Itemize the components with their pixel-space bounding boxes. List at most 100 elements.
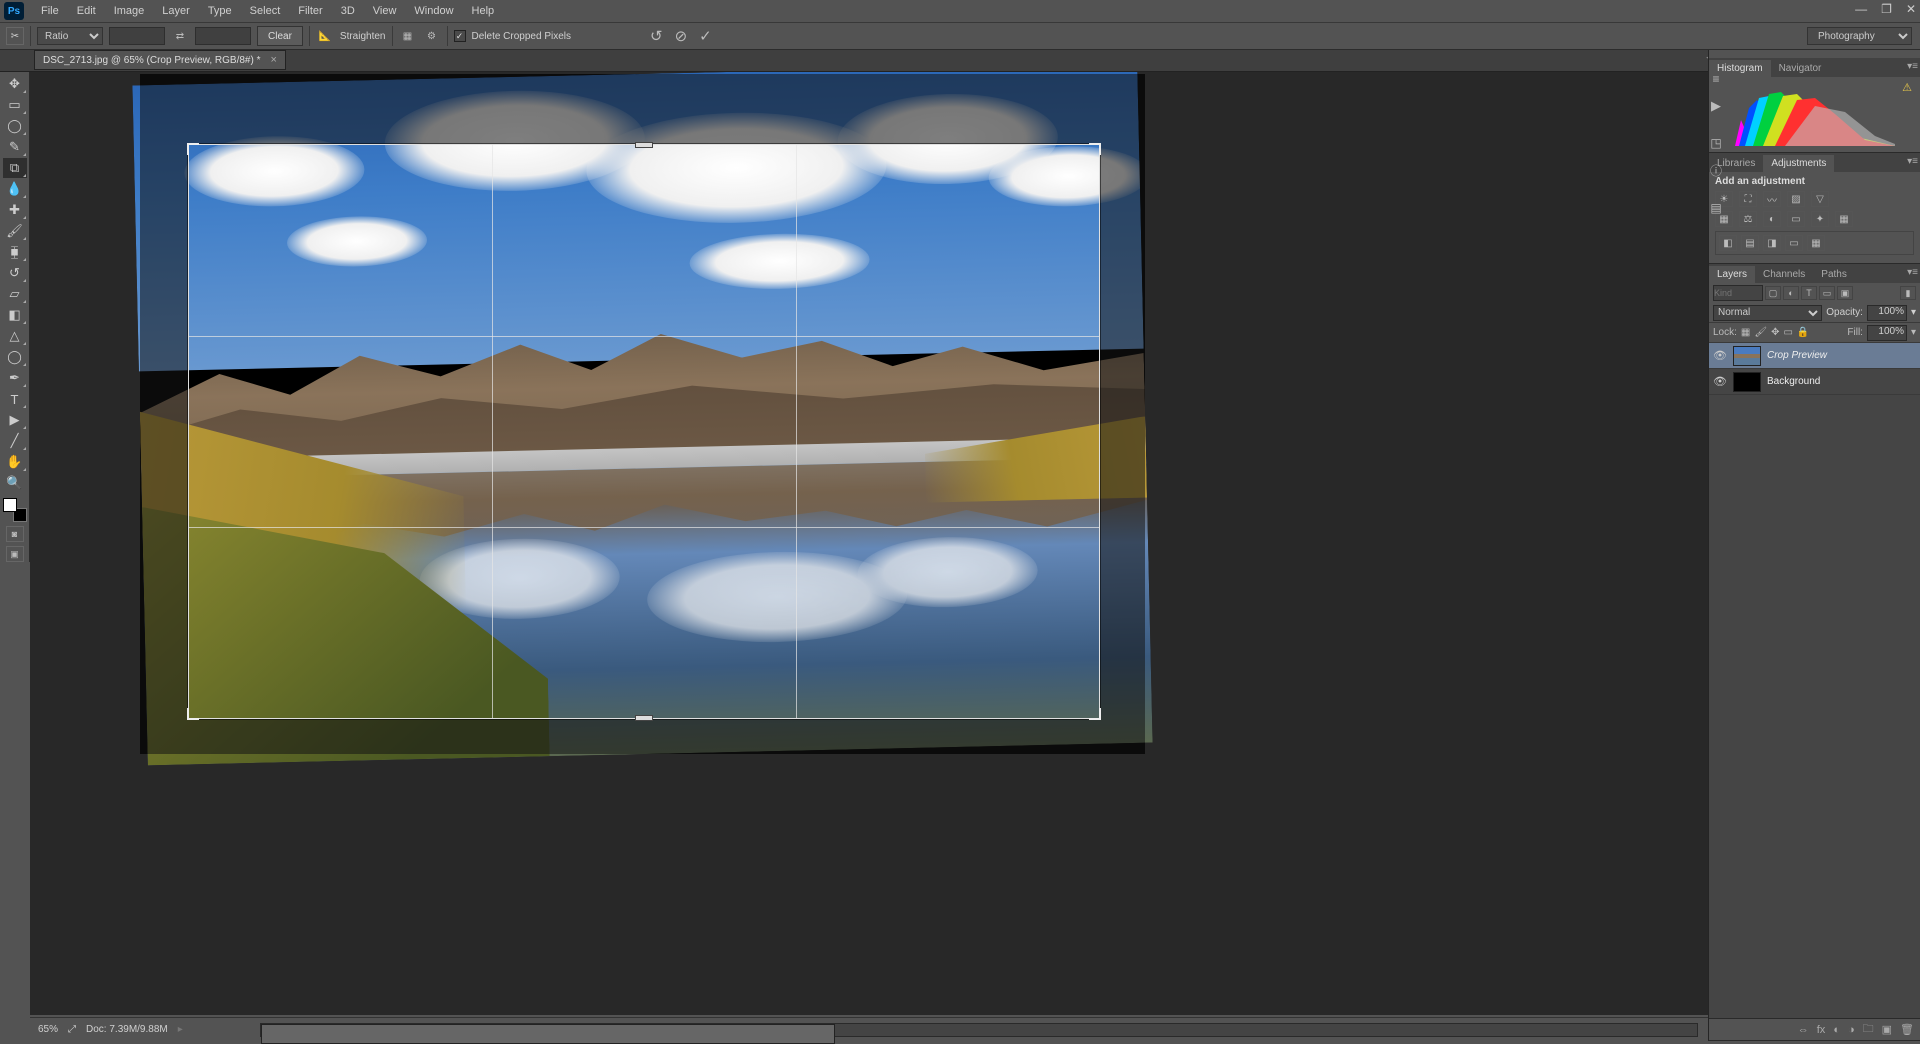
fill-dropdown-icon[interactable]: ▾ [1911, 327, 1916, 338]
close-tab-icon[interactable]: × [270, 54, 276, 66]
filter-toggle-icon[interactable]: ▮ [1900, 286, 1916, 300]
menu-window[interactable]: Window [405, 3, 462, 19]
straighten-label[interactable]: Straighten [340, 31, 386, 42]
menu-layer[interactable]: Layer [153, 3, 199, 19]
photo-filter-icon[interactable]: ▭ [1787, 211, 1805, 227]
panel-menu-icon[interactable]: ▾≡ [1907, 61, 1918, 72]
threshold-icon[interactable]: ◨ [1763, 235, 1781, 251]
dodge-tool[interactable]: ◯ [3, 347, 27, 367]
visibility-icon[interactable]: 👁 [1713, 349, 1727, 362]
layer-name[interactable]: Background [1767, 376, 1820, 387]
line-tool[interactable]: ╱ [3, 431, 27, 451]
move-tool[interactable]: ✥ [3, 74, 27, 94]
window-maximize-icon[interactable]: ❐ [1881, 2, 1892, 16]
crop-handle-br[interactable] [1089, 708, 1101, 720]
quick-select-tool[interactable]: ✎ [3, 137, 27, 157]
color-balance-icon[interactable]: ⚖ [1739, 211, 1757, 227]
layer-thumbnail[interactable] [1733, 346, 1761, 366]
new-fill-icon[interactable]: ◑ [1848, 1024, 1855, 1036]
panel-menu-icon[interactable]: ▾≡ [1907, 267, 1918, 278]
pen-tool[interactable]: ✒ [3, 368, 27, 388]
levels-icon[interactable]: ⛶ [1739, 191, 1757, 207]
filter-smart-icon[interactable]: ▣ [1837, 286, 1853, 300]
zoom-level[interactable]: 65% [38, 1024, 58, 1035]
commit-icon[interactable]: ✓ [699, 27, 712, 45]
lock-all-icon[interactable]: 🔒 [1797, 327, 1809, 338]
channels-tab[interactable]: Channels [1755, 266, 1813, 283]
crop-boundary[interactable] [188, 144, 1100, 719]
crop-tool[interactable]: ⧉ [3, 158, 27, 178]
selective-color-icon[interactable]: ▦ [1807, 235, 1825, 251]
screen-mode-icon[interactable]: ▣ [6, 546, 24, 562]
menu-edit[interactable]: Edit [68, 3, 105, 19]
gradient-tool[interactable]: ◧ [3, 305, 27, 325]
curves-icon[interactable]: 〰 [1763, 191, 1781, 207]
menu-file[interactable]: File [32, 3, 68, 19]
crop-width-input[interactable] [109, 27, 165, 45]
dock-icon-1[interactable]: ≡ [1712, 72, 1719, 86]
eyedropper-tool[interactable]: 💧 [3, 179, 27, 199]
layer-name[interactable]: Crop Preview [1767, 350, 1827, 361]
new-layer-icon[interactable]: ▣ [1882, 1023, 1892, 1036]
lasso-tool[interactable]: ◯ [3, 116, 27, 136]
crop-handle-bl[interactable] [187, 708, 199, 720]
layer-mask-icon[interactable]: ◐ [1833, 1024, 1840, 1036]
crop-handle-tr[interactable] [1089, 143, 1101, 155]
workspace-select[interactable]: Photography [1807, 27, 1912, 45]
document-canvas[interactable] [140, 74, 1145, 754]
opacity-dropdown-icon[interactable]: ▾ [1911, 307, 1916, 318]
blur-tool[interactable]: △ [3, 326, 27, 346]
visibility-icon[interactable]: 👁 [1713, 375, 1727, 388]
filter-adjust-icon[interactable]: ◐ [1783, 286, 1799, 300]
exposure-icon[interactable]: ▨ [1787, 191, 1805, 207]
history-brush-tool[interactable]: ↺ [3, 263, 27, 283]
menu-view[interactable]: View [364, 3, 406, 19]
canvas-area[interactable] [30, 72, 1708, 1015]
opacity-value[interactable]: 100% [1867, 305, 1907, 321]
link-layers-icon[interactable]: ⇔ [1798, 1024, 1809, 1036]
grid-overlay-icon[interactable]: ▦ [399, 27, 417, 45]
adjustments-tab[interactable]: Adjustments [1763, 155, 1834, 172]
crop-handle-top[interactable] [635, 142, 653, 148]
bw-icon[interactable]: ◐ [1763, 211, 1781, 227]
navigator-tab[interactable]: Navigator [1771, 60, 1830, 77]
menu-image[interactable]: Image [105, 3, 154, 19]
color-lookup-icon[interactable]: ▦ [1835, 211, 1853, 227]
layer-row[interactable]: 👁 Crop Preview [1709, 343, 1920, 369]
menu-3d[interactable]: 3D [332, 3, 364, 19]
healing-tool[interactable]: ✚ [3, 200, 27, 220]
crop-settings-icon[interactable]: ⚙ [423, 27, 441, 45]
stamp-tool[interactable]: ⧯ [3, 242, 27, 262]
zoom-tool[interactable]: 🔍 [3, 473, 27, 493]
lock-artboard-icon[interactable]: ▭ [1783, 327, 1792, 338]
crop-handle-tl[interactable] [187, 143, 199, 155]
menu-select[interactable]: Select [241, 3, 290, 19]
color-swatches[interactable] [3, 498, 27, 522]
straighten-icon[interactable]: 📐 [316, 27, 334, 45]
channel-mixer-icon[interactable]: ✦ [1811, 211, 1829, 227]
layer-row[interactable]: 👁 Background [1709, 369, 1920, 395]
clear-button[interactable]: Clear [257, 26, 303, 46]
reset-icon[interactable]: ↺ [650, 27, 663, 45]
expand-icon[interactable]: ⤢ [68, 1024, 76, 1035]
lock-position-icon[interactable]: ✥ [1771, 327, 1779, 338]
delete-layer-icon[interactable]: 🗑 [1900, 1023, 1914, 1036]
new-group-icon[interactable]: 🗀 [1863, 1020, 1874, 1039]
crop-tool-icon[interactable]: ✂ [6, 27, 24, 45]
invert-icon[interactable]: ◧ [1719, 235, 1737, 251]
document-tab[interactable]: DSC_2713.jpg @ 65% (Crop Preview, RGB/8#… [34, 50, 286, 70]
fill-value[interactable]: 100% [1867, 325, 1907, 341]
paths-tab[interactable]: Paths [1813, 266, 1855, 283]
swap-icon[interactable]: ⇄ [171, 27, 189, 45]
filter-pixel-icon[interactable]: ▢ [1765, 286, 1781, 300]
quick-mask-icon[interactable]: ◙ [6, 526, 24, 542]
lock-transparent-icon[interactable]: ▦ [1741, 327, 1750, 338]
posterize-icon[interactable]: ▤ [1741, 235, 1759, 251]
dock-icon-4[interactable]: ⓘ [1710, 162, 1722, 179]
blend-mode-select[interactable]: Normal [1713, 305, 1822, 321]
vibrance-icon[interactable]: ▽ [1811, 191, 1829, 207]
filter-shape-icon[interactable]: ▭ [1819, 286, 1835, 300]
filter-type-icon[interactable]: T [1801, 286, 1817, 300]
layer-filter-kind[interactable] [1713, 285, 1763, 301]
menu-filter[interactable]: Filter [289, 3, 331, 19]
